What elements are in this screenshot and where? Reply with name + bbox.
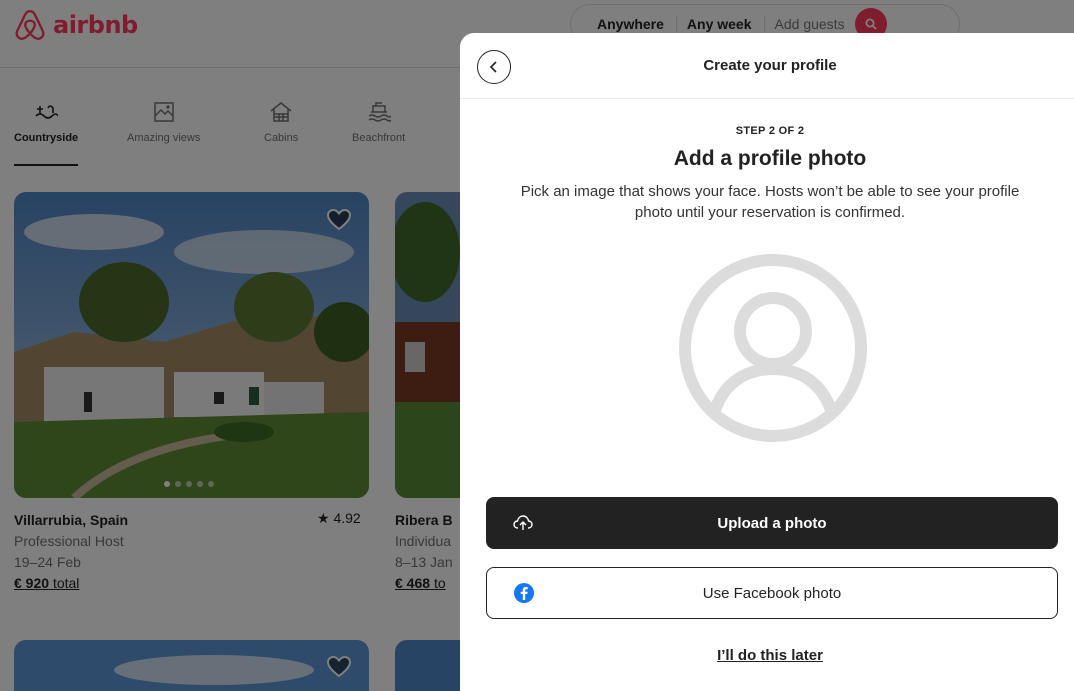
do-this-later-link[interactable]: I’ll do this later <box>460 647 1074 664</box>
step-indicator: STEP 2 OF 2 <box>735 125 805 137</box>
upload-photo-button[interactable]: Upload a photo <box>486 497 1058 549</box>
modal-heading: Add a profile photo <box>673 147 867 170</box>
facebook-icon <box>514 583 534 603</box>
modal-title: Create your profile <box>703 57 837 74</box>
upload-photo-label: Upload a photo <box>717 514 827 532</box>
modal-description: Pick an image that shows your face. Host… <box>520 183 1020 221</box>
facebook-photo-label: Use Facebook photo <box>702 584 842 602</box>
create-profile-modal: Create your profile STEP 2 OF 2 Add a pr… <box>460 33 1074 691</box>
user-placeholder-icon <box>679 254 867 442</box>
avatar-placeholder <box>676 251 870 445</box>
cloud-upload-icon <box>513 515 533 530</box>
modal-header: Create your profile <box>460 33 1074 99</box>
facebook-photo-button[interactable]: Use Facebook photo <box>486 567 1058 619</box>
